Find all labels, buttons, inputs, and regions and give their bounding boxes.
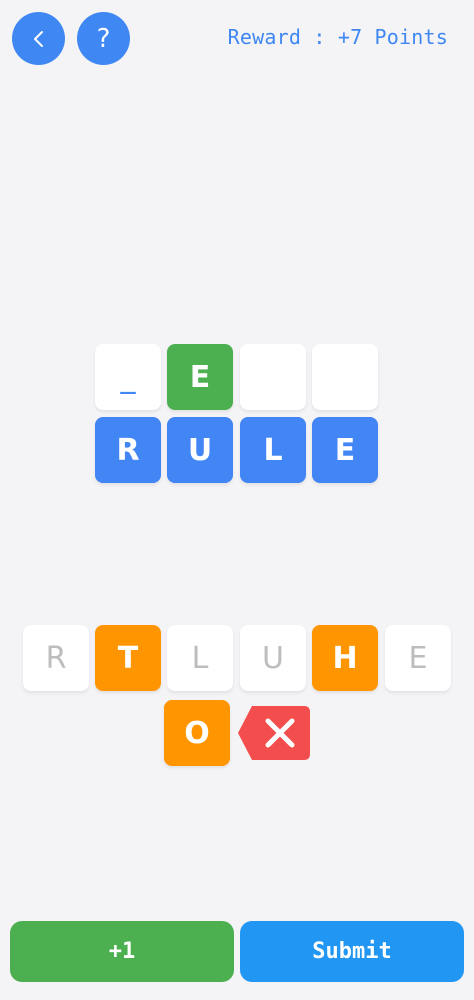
backspace-icon <box>238 706 310 760</box>
submit-button[interactable]: Submit <box>240 921 464 982</box>
plus-one-button[interactable]: +1 <box>10 921 234 982</box>
letter-key-l[interactable]: L <box>167 625 233 691</box>
help-button[interactable]: ? <box>77 12 130 65</box>
word-tile-2: U <box>167 417 233 483</box>
delete-button[interactable] <box>238 706 310 760</box>
question-mark-icon: ? <box>96 23 111 54</box>
back-button[interactable] <box>12 12 65 65</box>
letter-key-t[interactable]: T <box>95 625 161 691</box>
answer-slot-2[interactable]: E <box>167 344 233 410</box>
letter-key-e[interactable]: E <box>385 625 451 691</box>
word-tile-4: E <box>312 417 378 483</box>
chevron-left-icon <box>33 30 43 47</box>
letter-key-o[interactable]: O <box>164 700 230 766</box>
reward-label: Reward : +7 Points <box>227 25 448 49</box>
letter-key-u[interactable]: U <box>240 625 306 691</box>
answer-slot-1[interactable]: _ <box>95 344 161 410</box>
word-tile-1: R <box>95 417 161 483</box>
word-tile-3: L <box>240 417 306 483</box>
answer-slot-3[interactable] <box>240 344 306 410</box>
letter-key-h[interactable]: H <box>312 625 378 691</box>
answer-slot-4[interactable] <box>312 344 378 410</box>
letter-key-r[interactable]: R <box>23 625 89 691</box>
